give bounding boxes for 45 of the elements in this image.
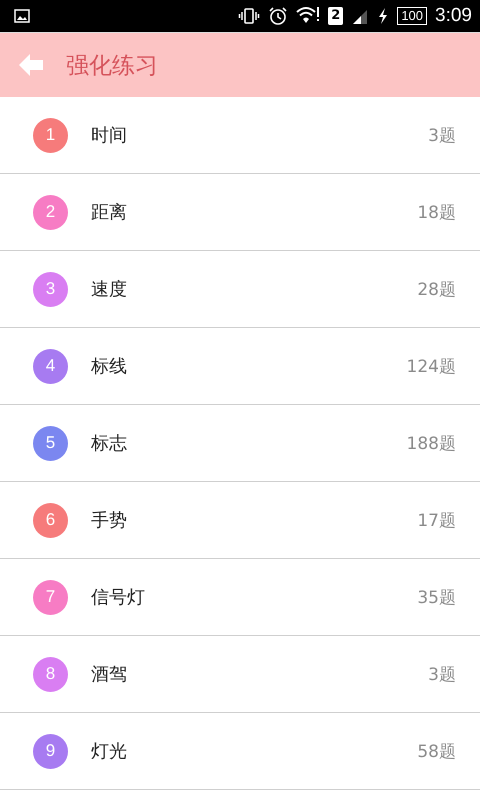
page-title: 强化练习 [66,52,158,80]
number-circle: 7 [33,580,68,614]
topic-row[interactable]: 4 标线 124题 [0,328,480,405]
back-icon[interactable] [18,53,44,77]
topic-row[interactable]: 3 速度 28题 [0,251,480,328]
question-count: 3题 [428,664,456,686]
number-circle: 3 [33,272,68,306]
topic-row[interactable]: 9 灯光 58题 [0,713,480,790]
topic-name: 灯光 [91,740,128,763]
topic-row[interactable]: 8 酒驾 3题 [0,636,480,713]
question-count: 188题 [406,432,456,454]
battery-indicator: 100 [397,7,428,25]
topic-name: 标志 [91,432,128,455]
charging-icon [377,7,390,25]
question-count: 35题 [417,586,456,608]
question-count: 58题 [417,740,456,762]
topic-row[interactable]: 6 手势 17题 [0,482,480,559]
question-count: 18题 [417,202,456,224]
number-circle: 5 [33,426,68,460]
number-circle: 9 [33,734,68,768]
topic-name: 距离 [91,201,128,224]
topic-name: 标线 [91,355,128,378]
image-icon [14,9,30,23]
topic-name: 信号灯 [91,586,146,609]
number-circle: 8 [33,656,68,692]
vibrate-icon [238,8,260,24]
topic-row[interactable]: 2 距离 18题 [0,174,480,251]
topic-name: 时间 [91,124,128,147]
sim-badge: 2 [328,7,344,25]
question-count: 28题 [417,278,456,300]
topic-row[interactable]: 1 时间 3题 [0,97,480,174]
question-count: 3题 [428,124,456,146]
number-circle: 1 [33,118,68,152]
topic-row[interactable]: 7 信号灯 35题 [0,559,480,636]
number-circle: 4 [33,348,68,384]
number-circle: 2 [33,194,68,230]
topic-row[interactable]: 5 标志 188题 [0,405,480,482]
topic-name: 速度 [91,278,128,301]
topic-name: 手势 [91,509,128,532]
clock: 3:09 [435,5,472,27]
topic-name: 酒驾 [91,663,128,686]
alarm-icon [268,6,288,26]
question-count: 124题 [406,356,456,378]
question-count: 17题 [417,510,456,532]
number-circle: 6 [33,502,68,538]
